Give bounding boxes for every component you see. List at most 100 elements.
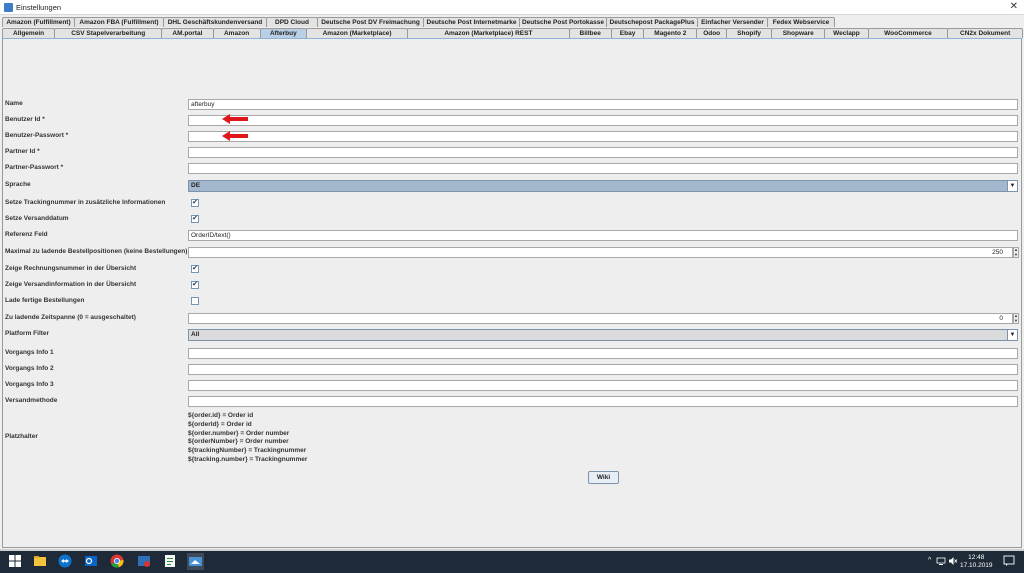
tab-carrier-4[interactable]: Deutsche Post DV Freimachung bbox=[317, 17, 424, 27]
windows-start-icon[interactable] bbox=[8, 554, 22, 568]
tab-shop-10[interactable]: Odoo bbox=[696, 28, 727, 38]
tab-shop-9[interactable]: Magento 2 bbox=[643, 28, 698, 38]
setze-versanddatum-checkbox[interactable]: ✔ bbox=[191, 215, 199, 223]
speaker-muted-icon[interactable] bbox=[948, 556, 958, 566]
tab-carrier-7[interactable]: Deutschepost PackagePlus bbox=[606, 17, 698, 27]
mail-app-icon[interactable] bbox=[137, 554, 151, 568]
setze-tracking-checkbox[interactable]: ✔ bbox=[191, 199, 199, 207]
network-icon[interactable] bbox=[936, 556, 946, 566]
tab-shop-3[interactable]: Amazon bbox=[212, 28, 261, 38]
referenz-feld-field[interactable]: OrderID/text() bbox=[188, 230, 1018, 241]
benutzer-id-field[interactable] bbox=[188, 115, 1018, 126]
name-row: Name afterbuy bbox=[5, 99, 1019, 110]
vorgangs-info-3-field[interactable] bbox=[188, 380, 1018, 391]
partner-passwort-field[interactable] bbox=[188, 163, 1018, 174]
tab-shop-1[interactable]: CSV Stapelverarbeitung bbox=[54, 28, 163, 38]
tab-shop-12[interactable]: Shopware bbox=[771, 28, 826, 38]
zeitspanne-label: Zu ladende Zeitspanne (0 = ausgeschaltet… bbox=[5, 314, 136, 321]
tab-carrier-9[interactable]: Fedex Webservice bbox=[767, 17, 835, 27]
tab-shop-11[interactable]: Shopify bbox=[725, 28, 773, 38]
platzhalter-label: Platzhalter bbox=[5, 433, 38, 440]
tab-carrier-5[interactable]: Deutsche Post Internetmarke bbox=[423, 17, 520, 27]
zeitspanne-spinner[interactable]: ▲ ▼ bbox=[1013, 313, 1019, 324]
window-title: Einstellungen bbox=[16, 3, 62, 12]
outlook-icon[interactable] bbox=[84, 554, 98, 568]
tab-shop-15[interactable]: CN2x Dokument bbox=[947, 28, 1024, 38]
tab-carrier-8[interactable]: Einfacher Versender bbox=[697, 17, 768, 27]
partner-id-label: Partner Id * bbox=[5, 148, 40, 155]
sprache-label: Sprache bbox=[5, 181, 31, 188]
name-field[interactable]: afterbuy bbox=[188, 99, 1018, 110]
red-arrow-annotation-icon bbox=[222, 114, 248, 124]
taskbar-clock[interactable]: 12:48 17.10.2019 bbox=[960, 554, 993, 570]
benutzer-passwort-field[interactable] bbox=[188, 131, 1018, 142]
setze-tracking-row: Setze Trackingnummer in zusätzliche Info… bbox=[5, 198, 1019, 209]
vorgangs-info-3-row: Vorgangs Info 3 bbox=[5, 380, 1019, 391]
tab-shop-0[interactable]: Allgemein bbox=[2, 28, 56, 38]
tab-carrier-3[interactable]: DPD Cloud bbox=[266, 17, 318, 27]
sprache-select[interactable]: DE ▼ bbox=[188, 180, 1018, 192]
app-icon bbox=[4, 3, 13, 12]
versandmethode-field[interactable] bbox=[188, 396, 1018, 407]
vorgangs-info-2-label: Vorgangs Info 2 bbox=[5, 365, 54, 372]
platzhalter-line: ${order.number} = Order number bbox=[188, 429, 290, 437]
benutzer-id-label: Benutzer Id * bbox=[5, 116, 45, 123]
platform-filter-value: All bbox=[191, 331, 200, 338]
benutzer-passwort-label: Benutzer-Passwort * bbox=[5, 132, 69, 139]
java-app-icon[interactable] bbox=[187, 553, 204, 570]
max-positionen-spinner[interactable]: ▲ ▼ bbox=[1013, 247, 1019, 258]
clock-date: 17.10.2019 bbox=[960, 562, 993, 569]
teamviewer-icon[interactable] bbox=[58, 554, 72, 568]
platform-filter-label: Platform Filter bbox=[5, 330, 50, 337]
zeitspanne-row: Zu ladende Zeitspanne (0 = ausgeschaltet… bbox=[5, 313, 1019, 324]
tab-shop-2[interactable]: AM.portal bbox=[161, 28, 214, 38]
zeige-versandinfo-checkbox[interactable]: ✔ bbox=[191, 281, 199, 289]
tab-carrier-6[interactable]: Deutsche Post Portokasse bbox=[519, 17, 607, 27]
max-positionen-field[interactable]: 250 bbox=[188, 247, 1013, 258]
vorgangs-info-2-row: Vorgangs Info 2 bbox=[5, 364, 1019, 375]
window-titlebar: Einstellungen ✕ bbox=[0, 0, 1024, 15]
zeige-rechnungsnummer-checkbox[interactable]: ✔ bbox=[191, 265, 199, 273]
tab-shop-4[interactable]: Afterbuy bbox=[259, 28, 307, 38]
tab-shop-6[interactable]: Amazon (Marketplace) REST bbox=[407, 28, 570, 38]
partner-id-field[interactable] bbox=[188, 147, 1018, 158]
chevron-down-icon[interactable]: ▼ bbox=[1007, 330, 1017, 340]
notepad-app-icon[interactable] bbox=[163, 554, 177, 568]
tab-shop-14[interactable]: WooCommerce bbox=[867, 28, 949, 38]
partner-passwort-label: Partner-Passwort * bbox=[5, 164, 64, 171]
zeige-versandinfo-label: Zeige Versandinformation in der Übersich… bbox=[5, 281, 137, 288]
platform-filter-row: Platform Filter All ▼ bbox=[5, 329, 1019, 341]
vorgangs-info-1-field[interactable] bbox=[188, 348, 1018, 359]
tab-carrier-2[interactable]: DHL Geschäftskundenversand bbox=[163, 17, 267, 27]
sprache-row: Sprache DE ▼ bbox=[5, 180, 1019, 192]
referenz-feld-row: Referenz Feld OrderID/text() bbox=[5, 230, 1019, 241]
versandmethode-row: Versandmethode bbox=[5, 396, 1019, 407]
zeige-rechnungsnummer-label: Zeige Rechnungsnummer in der Übersicht bbox=[5, 265, 137, 272]
tab-shop-13[interactable]: Weclapp bbox=[824, 28, 869, 38]
lade-fertige-checkbox[interactable] bbox=[191, 297, 199, 305]
tab-carrier-0[interactable]: Amazon (Fulfillment) bbox=[2, 17, 75, 27]
lade-fertige-label: Lade fertige Bestellungen bbox=[5, 297, 85, 304]
tab-carrier-1[interactable]: Amazon FBA (Fulfillment) bbox=[74, 17, 164, 27]
referenz-feld-label: Referenz Feld bbox=[5, 231, 48, 238]
tab-shop-8[interactable]: Ebay bbox=[610, 28, 645, 38]
chevron-up-icon[interactable]: ^ bbox=[928, 557, 931, 564]
lade-fertige-row: Lade fertige Bestellungen bbox=[5, 296, 1019, 307]
chevron-down-icon[interactable]: ▼ bbox=[1007, 181, 1017, 191]
close-icon[interactable]: ✕ bbox=[1010, 1, 1018, 12]
tab-shop-7[interactable]: Billbee bbox=[568, 28, 612, 38]
file-explorer-icon[interactable] bbox=[33, 554, 47, 568]
chrome-icon[interactable] bbox=[110, 554, 124, 568]
setze-versanddatum-label: Setze Versanddatum bbox=[5, 215, 69, 222]
wiki-button[interactable]: Wiki bbox=[588, 471, 619, 484]
platzhalter-line: ${orderNumber} = Order number bbox=[188, 438, 289, 446]
zeitspanne-field[interactable]: 0 bbox=[188, 313, 1013, 324]
vorgangs-info-1-row: Vorgangs Info 1 bbox=[5, 348, 1019, 359]
spinner-down-icon[interactable]: ▼ bbox=[1014, 318, 1018, 324]
spinner-down-icon[interactable]: ▼ bbox=[1014, 252, 1018, 258]
notification-icon[interactable] bbox=[1003, 555, 1015, 567]
tab-shop-5[interactable]: Amazon (Marketplace) bbox=[305, 28, 409, 38]
platform-filter-select[interactable]: All ▼ bbox=[188, 329, 1018, 341]
windows-taskbar: ^ 12:48 17.10.2019 bbox=[0, 551, 1024, 573]
vorgangs-info-2-field[interactable] bbox=[188, 364, 1018, 375]
